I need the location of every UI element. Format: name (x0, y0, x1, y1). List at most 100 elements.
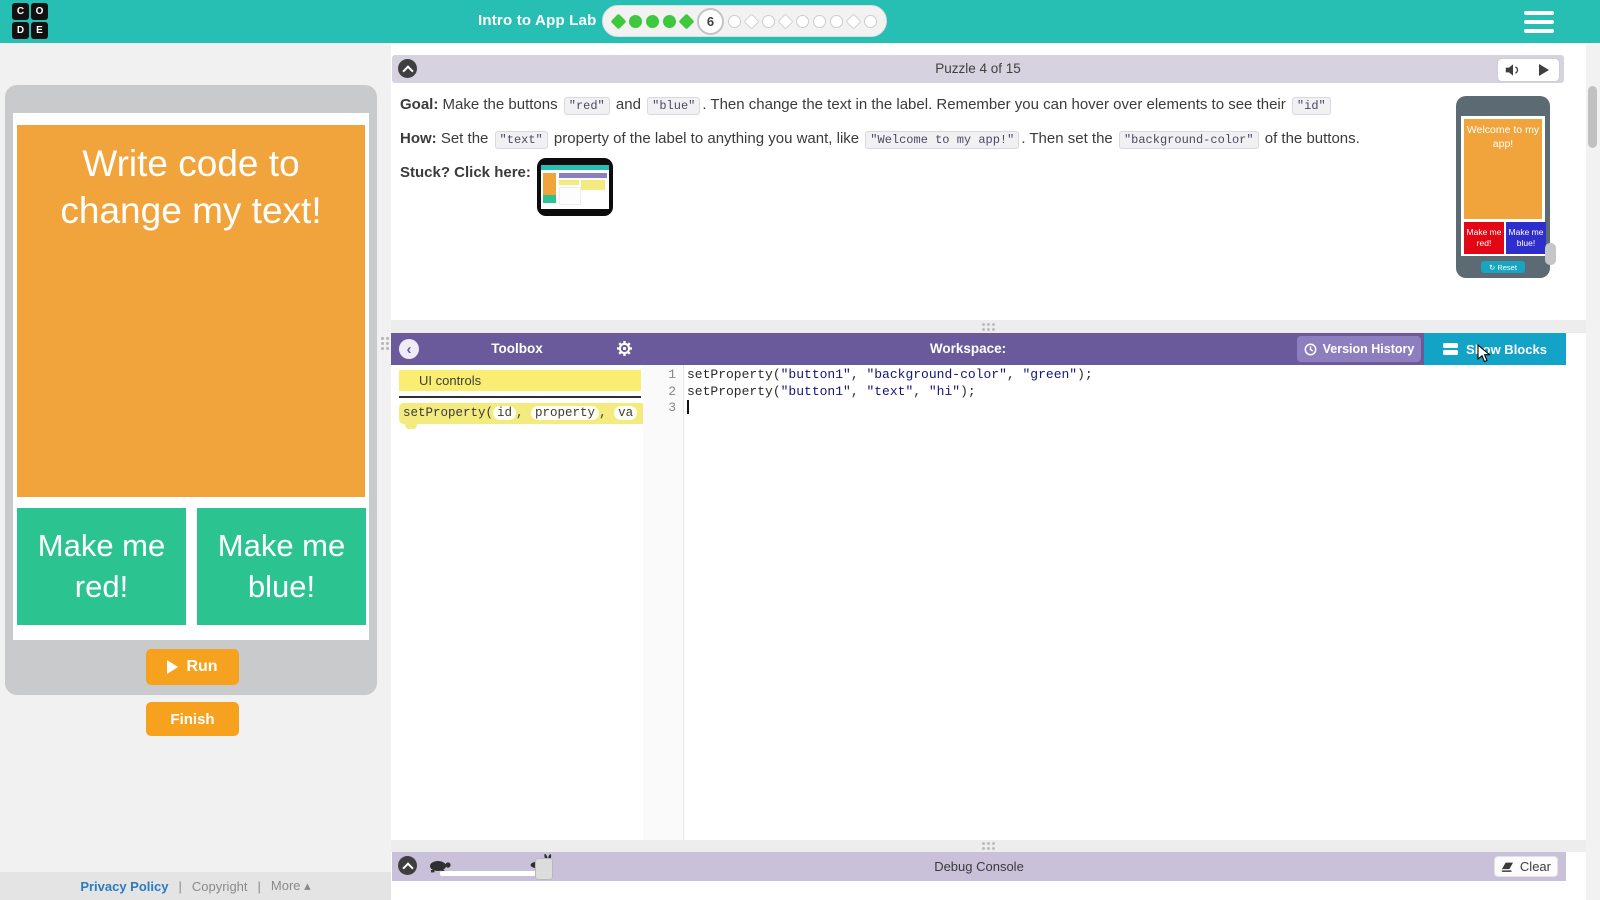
text-segment: . Then change the text in the label. Rem… (702, 96, 1290, 113)
category-divider (399, 396, 641, 398)
grip-dots-icon (982, 322, 995, 331)
text-cursor (687, 400, 689, 414)
progress-dot-todo[interactable] (864, 14, 877, 28)
page-scrollbar-thumb[interactable] (1588, 86, 1597, 148)
preview-blue-button: Make me blue! (1506, 222, 1546, 254)
progress-dot-todo[interactable] (728, 14, 741, 28)
text-segment: setProperty( (403, 406, 494, 420)
text-segment: of the buttons. (1260, 130, 1360, 147)
logo-letter: C (12, 3, 29, 20)
clear-console-button[interactable]: Clear (1494, 856, 1558, 877)
progress-dot-done[interactable] (646, 14, 659, 28)
text-segment: How: (400, 130, 437, 147)
line-number: 1 (668, 367, 676, 382)
progress-dot-todo[interactable] (777, 13, 794, 29)
code-line[interactable]: 1 setProperty("button1", "background-colo… (643, 367, 1566, 384)
gear-icon[interactable] (616, 340, 633, 357)
puzzle-title: Puzzle 4 of 15 (935, 61, 1021, 76)
goal-text: Goal: Make the buttons "red" and "blue".… (400, 94, 1333, 117)
more-link[interactable]: More ▴ (271, 878, 311, 894)
how-text: How: Set the "text" property of the labe… (400, 128, 1360, 151)
code-org-logo[interactable]: C O D E (12, 3, 48, 39)
progress-dot-todo[interactable] (762, 14, 775, 28)
block-parameter: id (493, 406, 517, 420)
line-number-gutter (643, 365, 684, 840)
privacy-policy-link[interactable]: Privacy Policy (80, 879, 168, 894)
page-scrollbar-track (1586, 43, 1600, 900)
progress-dot-done[interactable] (610, 13, 627, 29)
debug-console-bar: Debug Console Clear (392, 852, 1566, 881)
text-segment: Make the buttons (438, 96, 562, 113)
logo-letter: O (31, 3, 48, 20)
category-ui-controls[interactable]: UI controls (399, 370, 641, 391)
target-app-preview: Welcome to my app! Make me red! Make me … (1456, 96, 1550, 278)
inline-code-chip: "text" (494, 131, 548, 149)
text-segment: and (611, 96, 646, 113)
setproperty-block[interactable]: setProperty(id, property, va (399, 403, 643, 429)
eraser-icon (1501, 862, 1514, 872)
run-button[interactable]: Run (146, 649, 239, 685)
logo-letter: D (12, 22, 29, 39)
separator: | (257, 878, 261, 894)
progress-dot-todo[interactable] (796, 14, 809, 28)
code-text: setProperty("button1", "background-color… (687, 367, 1093, 382)
play-audio-button[interactable] (1529, 59, 1560, 81)
read-aloud-button[interactable] (1498, 59, 1529, 81)
progress-dot-done[interactable] (678, 13, 695, 29)
progress-dot-todo[interactable] (845, 13, 862, 29)
block-parameter: va (614, 406, 638, 420)
blocks-icon (1443, 343, 1459, 355)
code-text: setProperty("button1", "text", "hi"); (687, 383, 976, 399)
make-me-red-button[interactable]: Make me red! (17, 508, 186, 625)
progress-dot-todo[interactable] (743, 13, 760, 29)
horizontal-resize-handle[interactable] (391, 320, 1586, 333)
app-screen: Write code to change my text! Make me re… (13, 113, 369, 640)
code-editor[interactable]: 1 setProperty("button1", "background-colo… (643, 365, 1566, 840)
progress-dot-done[interactable] (663, 14, 676, 28)
vertical-resize-handle[interactable] (381, 337, 389, 350)
show-blocks-button[interactable]: Show Blocks (1424, 333, 1566, 365)
code-text (676, 400, 689, 417)
separator: | (178, 878, 182, 894)
inline-code-chip: "blue" (647, 97, 701, 115)
grip-dots-icon (982, 842, 995, 850)
help-video-thumbnail[interactable] (537, 158, 613, 216)
make-me-blue-button[interactable]: Make me blue! (197, 508, 366, 625)
app-lab-window: C O D E Intro to App Lab 6 Write code to… (0, 0, 1600, 900)
progress-dot-todo[interactable] (813, 14, 826, 28)
course-title: Intro to App Lab (478, 12, 597, 29)
text-segment: Set the (436, 130, 493, 147)
code-line[interactable]: 2 setProperty("button1", "text", "hi"); (643, 384, 1566, 401)
version-history-button[interactable]: Version History (1297, 336, 1421, 362)
block-parameter: property (531, 406, 600, 420)
preview-red-button: Make me red! (1464, 222, 1504, 254)
line-number: 2 (668, 383, 676, 399)
progress-dot-done[interactable] (629, 14, 642, 28)
instructions-scrollbar-thumb[interactable] (1545, 243, 1556, 265)
line-number: 3 (668, 400, 676, 415)
copyright-link[interactable]: Copyright (192, 879, 248, 894)
preview-reset-button: ↻ Reset (1481, 261, 1525, 273)
speaker-icon (1506, 64, 1519, 76)
caret-up-icon: ▴ (304, 878, 311, 893)
text-segment: , (516, 406, 532, 420)
progress-dot-current[interactable]: 6 (697, 7, 724, 35)
top-header: C O D E Intro to App Lab 6 (0, 0, 1600, 43)
stuck-label: Stuck? Click here: (400, 164, 531, 181)
horizontal-resize-handle[interactable] (391, 840, 1586, 852)
instructions-header: Puzzle 4 of 15 (392, 55, 1564, 83)
lesson-progress: 6 (602, 5, 887, 37)
debug-console-title: Debug Console (934, 859, 1024, 874)
toolbox-title: Toolbox (491, 341, 543, 356)
clock-icon (1304, 343, 1317, 355)
play-icon (167, 660, 179, 674)
preview-label: Welcome to my app! (1464, 119, 1542, 219)
text-segment: . Then set the (1021, 130, 1117, 147)
code-line[interactable]: 3 (643, 400, 1566, 417)
hamburger-menu-icon[interactable] (1524, 11, 1554, 33)
progress-dot-todo[interactable] (830, 14, 843, 28)
finish-button[interactable]: Finish (146, 702, 239, 736)
inline-code-chip: "red" (563, 97, 610, 115)
console-output-area (392, 881, 1566, 900)
audio-controls (1497, 58, 1560, 82)
